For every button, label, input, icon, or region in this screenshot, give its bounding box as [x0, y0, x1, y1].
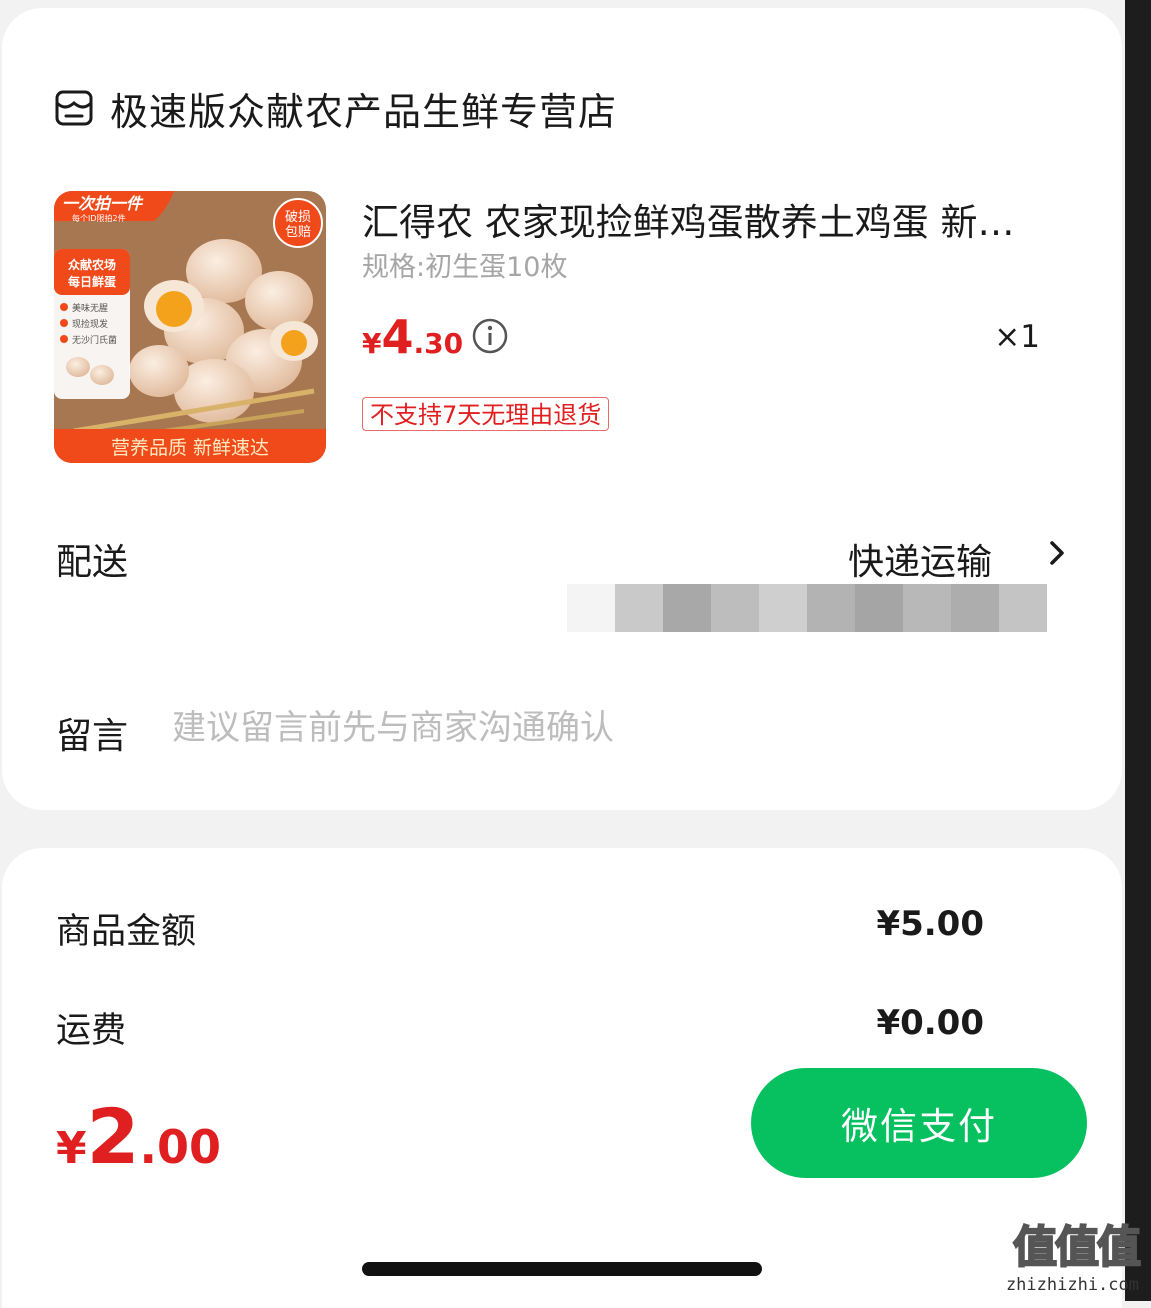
- svg-text:营养品质 新鲜速达: 营养品质 新鲜速达: [111, 437, 269, 459]
- svg-text:众献农场: 众献农场: [68, 257, 116, 272]
- blurred-address: [567, 584, 1047, 632]
- info-icon[interactable]: [471, 317, 509, 355]
- svg-text:包赔: 包赔: [285, 225, 311, 240]
- svg-text:无沙门氏菌: 无沙门氏菌: [72, 334, 117, 346]
- screen-edge: [1125, 0, 1151, 1301]
- image-banner-text: 一次拍一件: [62, 194, 144, 213]
- svg-text:美味无腥: 美味无腥: [72, 302, 108, 314]
- home-indicator[interactable]: [362, 1262, 762, 1276]
- goods-amount-label: 商品金额: [56, 912, 197, 952]
- product-price: ¥ 4 .30: [362, 310, 464, 364]
- product-title[interactable]: 汇得农 农家现捡鲜鸡蛋散养土鸡蛋 新…: [362, 192, 1062, 246]
- svg-text:每日鲜蛋: 每日鲜蛋: [68, 274, 116, 289]
- store-header[interactable]: 极速版众献农产品生鲜专营店: [54, 86, 617, 134]
- delivery-method[interactable]: 快递运输: [848, 533, 992, 585]
- product-spec: 规格:初生蛋10枚: [362, 252, 568, 283]
- store-icon: [55, 90, 93, 126]
- delivery-label: 配送: [56, 542, 129, 583]
- store-name: 极速版众献农产品生鲜专营店: [110, 89, 618, 134]
- shipping-fee-label: 运费: [56, 1011, 127, 1051]
- product-quantity: ×1: [994, 319, 1040, 355]
- message-input[interactable]: [172, 708, 872, 748]
- goods-amount-value: ¥5.00: [876, 904, 984, 944]
- message-label: 留言: [56, 716, 129, 757]
- svg-text:每个ID限拍2件: 每个ID限拍2件: [72, 213, 126, 223]
- wechat-pay-button[interactable]: 微信支付: [751, 1068, 1087, 1178]
- product-image[interactable]: 一次拍一件 每个ID限拍2件 破损 包赔 众献农场 每日鲜蛋 美味无腥 现捡现发…: [54, 191, 326, 463]
- svg-text:破损: 破损: [285, 210, 311, 225]
- svg-text:现捡现发: 现捡现发: [72, 318, 108, 330]
- order-card: 极速版众献农产品生鲜专营店 一次拍一件 每个ID限拍2件 破损 包赔 众献农场 …: [2, 8, 1122, 810]
- watermark: 值值值 zhizhizhi.com: [1005, 1221, 1142, 1295]
- total-price: ¥ 2 .00: [56, 1092, 222, 1181]
- chevron-right-icon[interactable]: [1045, 534, 1069, 572]
- return-policy-tag: 不支持7天无理由退货: [362, 397, 610, 431]
- shipping-fee-value: ¥0.00: [876, 1003, 984, 1043]
